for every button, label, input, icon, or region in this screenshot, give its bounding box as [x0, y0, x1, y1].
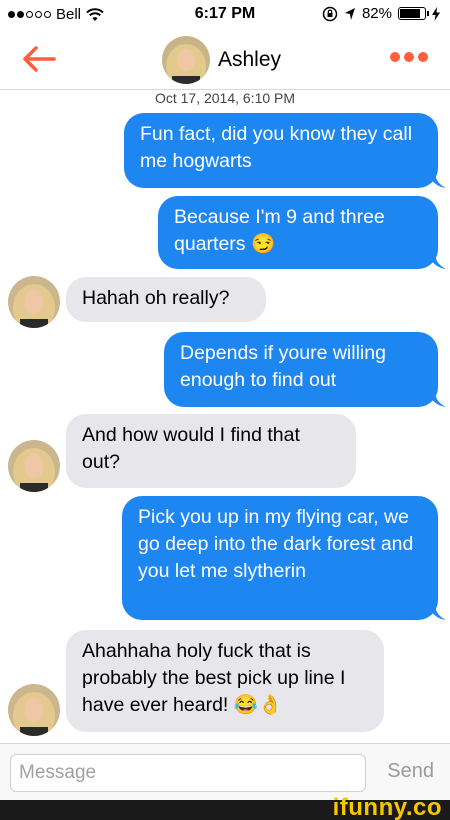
message-outgoing: Pick you up in my flying car, we go deep…: [122, 496, 438, 620]
message-text: Hahah oh really?: [82, 287, 230, 309]
bubble-tail: [428, 391, 446, 407]
contact-avatar: [8, 440, 60, 492]
bubble-tail: [428, 172, 446, 188]
message-text: Ahahhaha holy fuck that is probably the …: [82, 640, 346, 716]
message-outgoing: Because I'm 9 and three quarters 😏: [158, 196, 438, 269]
message-incoming: And how would I find that out?: [66, 414, 356, 488]
chat-header: Ashley: [0, 30, 450, 90]
contact-avatar: [8, 684, 60, 736]
conversation-timestamp: Oct 17, 2014, 6:10 PM: [154, 90, 296, 106]
bubble-tail: [428, 253, 446, 269]
location-icon: [344, 7, 355, 20]
watermark-bar: ifunny.co: [0, 794, 450, 820]
message-outgoing: Fun fact, did you know they call me hogw…: [124, 113, 438, 188]
message-text: And how would I find that out?: [82, 424, 300, 473]
charging-icon: [432, 6, 440, 21]
send-button[interactable]: Send: [387, 760, 434, 783]
message-outgoing: Depends if youre willing enough to find …: [164, 332, 438, 407]
message-incoming: Ahahhaha holy fuck that is probably the …: [66, 630, 384, 732]
message-composer: Send: [0, 743, 450, 800]
contact-name[interactable]: Ashley: [218, 48, 281, 72]
status-right: 82%: [322, 5, 440, 22]
battery-icon: [398, 7, 429, 20]
bubble-tail: [428, 604, 446, 620]
watermark-text: ifunny.co: [332, 794, 442, 820]
message-text: Fun fact, did you know they call me hogw…: [140, 123, 413, 172]
message-input[interactable]: [10, 754, 366, 792]
message-text: Depends if youre willing enough to find …: [180, 342, 386, 391]
lock-rotation-icon: [322, 6, 338, 21]
contact-avatar: [8, 276, 60, 328]
battery-percent: 82%: [361, 5, 392, 22]
arrow-left-icon[interactable]: [20, 44, 60, 74]
message-text: Pick you up in my flying car, we go deep…: [138, 506, 414, 582]
message-incoming: Hahah oh really?: [66, 277, 266, 322]
message-text: Because I'm 9 and three quarters 😏: [174, 206, 385, 255]
contact-avatar[interactable]: [162, 36, 210, 84]
more-dots-icon[interactable]: [390, 52, 428, 62]
status-bar: Bell 6:17 PM 82%: [0, 0, 450, 30]
